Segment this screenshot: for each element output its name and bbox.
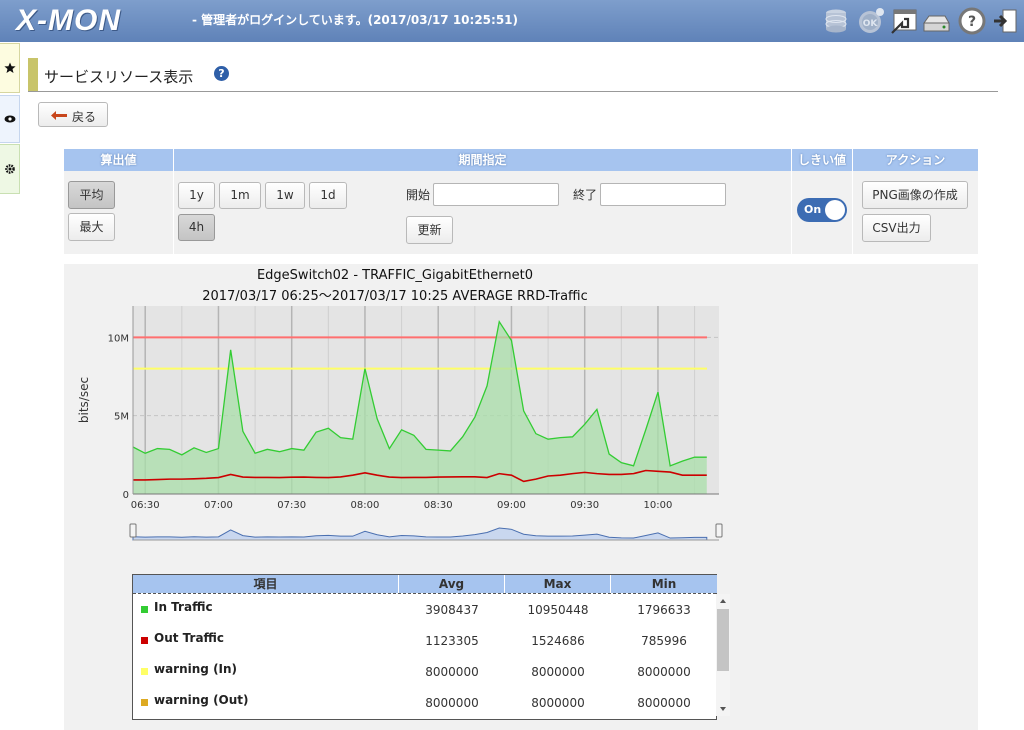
- start-date-input[interactable]: [433, 183, 559, 206]
- traffic-chart: 0 5M 10M 06:30 07:00 07:30 08:00 08:30 09:00 09:3…: [77, 306, 723, 541]
- legend-row-min: 8000000: [637, 665, 691, 679]
- legend-scrollbar[interactable]: [716, 594, 730, 716]
- side-tab-favorites[interactable]: [0, 43, 20, 93]
- back-button[interactable]: 戻る: [38, 102, 108, 127]
- legend-row-max: 8000000: [531, 665, 585, 679]
- legend-row-avg: 1123305: [425, 634, 479, 648]
- in-traffic-swatch: [141, 606, 148, 613]
- y-tick-label: 5M: [114, 412, 129, 423]
- logout-icon[interactable]: [991, 7, 1019, 35]
- database-icon[interactable]: [822, 7, 850, 35]
- help-icon[interactable]: ?: [958, 7, 986, 35]
- png-export-button[interactable]: PNG画像の作成: [862, 181, 968, 209]
- legend-row-max: 1524686: [531, 634, 585, 648]
- legend-row-avg: 8000000: [425, 696, 479, 710]
- legend-row-min: 785996: [641, 634, 687, 648]
- x-tick-label: 10:00: [644, 500, 673, 511]
- window-export-icon[interactable]: [890, 7, 918, 35]
- svg-text:?: ?: [968, 14, 976, 30]
- legend-row-name: In Traffic: [154, 600, 213, 614]
- legend-row-avg: 3908437: [425, 603, 479, 617]
- side-tab-settings[interactable]: [0, 144, 20, 194]
- server-icon[interactable]: [922, 7, 950, 35]
- header-action: アクション: [853, 149, 978, 171]
- warning-in-swatch: [141, 668, 148, 675]
- help-question-icon[interactable]: ?: [214, 66, 229, 81]
- csv-export-button[interactable]: CSV出力: [862, 214, 931, 242]
- x-tick-label: 08:30: [424, 500, 453, 511]
- xmon-logo[interactable]: X-MON: [16, 4, 121, 38]
- title-divider: [28, 91, 998, 92]
- legend-row-name: Out Traffic: [154, 631, 225, 645]
- start-label: 開始: [406, 188, 431, 202]
- title-accent: [28, 58, 38, 91]
- range-1w-button[interactable]: 1w: [265, 182, 305, 209]
- range-1d-button[interactable]: 1d: [309, 182, 347, 209]
- avg-button[interactable]: 平均: [68, 181, 115, 209]
- x-tick-label: 08:00: [351, 500, 380, 511]
- header-period: 期間指定: [174, 149, 791, 171]
- legend-row: Out Traffic 1123305 1524686 785996: [133, 628, 715, 659]
- x-tick-label: 06:30: [131, 500, 160, 511]
- max-button[interactable]: 最大: [68, 213, 115, 241]
- login-status: - 管理者がログインしています。(2017/03/17 10:25:51): [192, 13, 519, 27]
- legend-row-max: 10950448: [527, 603, 589, 617]
- legend-header-item: 項目: [133, 575, 399, 593]
- x-tick-label: 07:00: [204, 500, 233, 511]
- threshold-toggle[interactable]: On: [797, 198, 847, 222]
- toggle-knob: [825, 200, 845, 220]
- legend-header-avg: Avg: [399, 575, 505, 593]
- warning-out-swatch: [141, 699, 148, 706]
- legend-row-min: 8000000: [637, 696, 691, 710]
- legend-row: In Traffic 3908437 10950448 1796633: [133, 597, 715, 628]
- legend-row: warning (In) 8000000 8000000 8000000: [133, 659, 715, 690]
- chart-title: EdgeSwitch02 - TRAFFIC_GigabitEthernet0: [256, 268, 534, 283]
- end-label: 終了: [573, 188, 598, 202]
- svg-text:OK: OK: [863, 19, 879, 29]
- eye-icon: [4, 115, 15, 123]
- gear-icon: [4, 164, 15, 174]
- legend-table: 項目 Avg Max Min In Traffic 3908437 109504…: [132, 574, 717, 720]
- x-tick-label: 09:30: [570, 500, 599, 511]
- legend-row-min: 1796633: [637, 603, 691, 617]
- legend-row: warning (Out) 8000000 8000000 8000000: [133, 690, 715, 721]
- y-axis-label: bits/sec: [77, 377, 91, 423]
- legend-row-name: warning (Out): [154, 693, 249, 707]
- legend-header-max: Max: [505, 575, 611, 593]
- side-tab-view[interactable]: [0, 95, 20, 143]
- page-title: サービスリソース表示: [44, 68, 194, 86]
- y-tick-label: 10M: [108, 333, 129, 344]
- legend-header-min: Min: [611, 575, 717, 593]
- navigator-handle-left: [129, 523, 137, 538]
- arrow-left-icon: [51, 111, 67, 120]
- legend-row-name: warning (In): [154, 662, 238, 676]
- back-label: 戻る: [72, 110, 97, 124]
- app-header: X-MON - 管理者がログインしています。(2017/03/17 10:25:…: [0, 0, 1024, 42]
- range-1y-button[interactable]: 1y: [178, 182, 215, 209]
- range-4h-button[interactable]: 4h: [178, 214, 215, 241]
- header-threshold: しきい値: [792, 149, 852, 171]
- end-date-input[interactable]: [600, 183, 726, 206]
- out-traffic-swatch: [141, 637, 148, 644]
- range-1m-button[interactable]: 1m: [219, 182, 261, 209]
- x-tick-label: 07:30: [277, 500, 306, 511]
- update-button[interactable]: 更新: [406, 216, 453, 244]
- star-icon: [3, 62, 16, 73]
- header-calc: 算出値: [64, 149, 173, 171]
- legend-row-avg: 8000000: [425, 665, 479, 679]
- scroll-thumb[interactable]: [717, 609, 729, 671]
- toggle-label: On: [804, 203, 822, 216]
- navigator-area: [132, 527, 708, 541]
- navigator-handle-right: [715, 523, 723, 538]
- y-tick-label: 0: [123, 490, 129, 501]
- legend-row-max: 8000000: [531, 696, 585, 710]
- ok-status-icon[interactable]: OK: [857, 7, 885, 35]
- x-tick-label: 09:00: [497, 500, 526, 511]
